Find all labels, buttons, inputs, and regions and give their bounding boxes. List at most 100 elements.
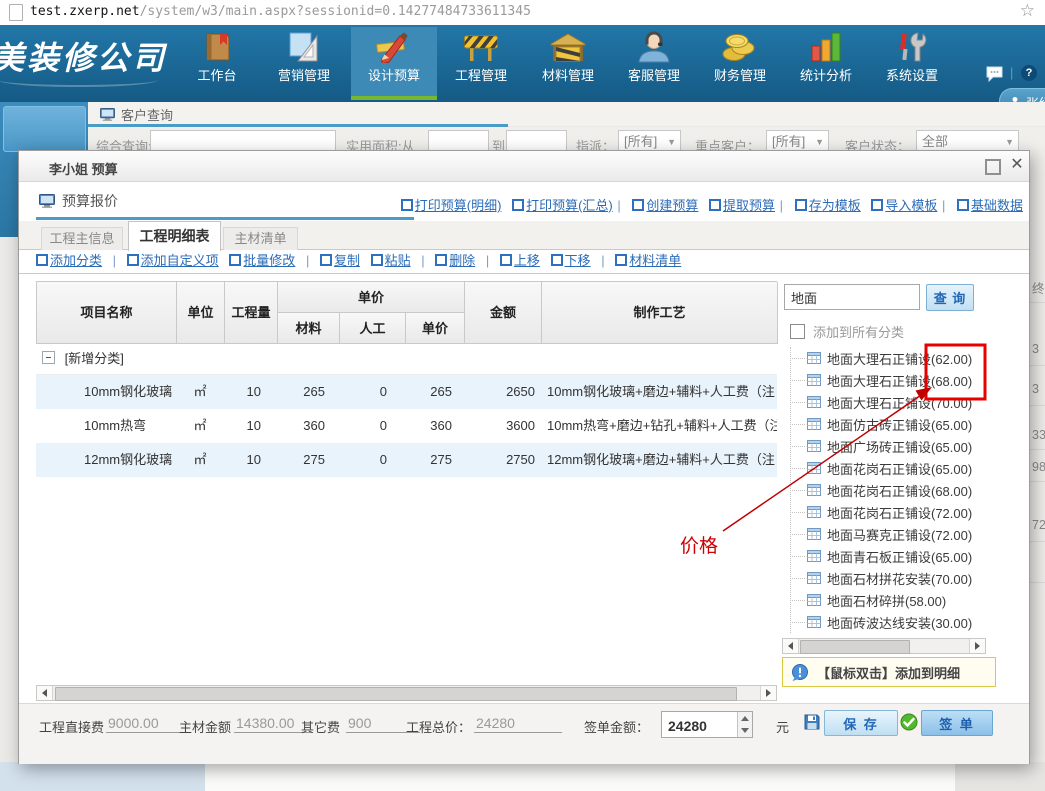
tab-detail-table[interactable]: 工程明细表 (128, 221, 221, 251)
link-square-icon (551, 254, 563, 266)
direct-fee-value[interactable]: 9000.00 (106, 715, 180, 733)
grid-table-icon (807, 374, 821, 386)
table-row[interactable]: 10mm钢化玻璃 ㎡ 10 265 0 265 2650 10mm钢化玻璃+磨边… (36, 375, 777, 409)
link-square-icon (709, 199, 721, 211)
material-list-item[interactable]: 地面花岗石正铺设(72.00) (782, 501, 1012, 523)
toolbar-link: | (601, 253, 604, 268)
material-list-item[interactable]: 地面马赛克正铺设(72.00) (782, 523, 1012, 545)
material-list-item[interactable]: 地面砖波达线安装(30.00) (782, 611, 1012, 633)
table-horizontal-scrollbar[interactable] (36, 685, 777, 701)
toolbar-link[interactable]: 删除 (435, 253, 475, 268)
grid-table-icon (807, 616, 821, 628)
scrollbar-thumb[interactable] (800, 640, 910, 654)
bar-chart-icon (807, 31, 845, 63)
nav-item-workbench[interactable]: 工作台 (174, 27, 260, 98)
table-row[interactable]: 10mm热弯 ㎡ 10 360 0 360 3600 10mm热弯+磨边+钻孔+… (36, 409, 777, 443)
scrollbar-thumb[interactable] (55, 687, 737, 701)
nav-item-marketing[interactable]: 营销管理 (261, 27, 347, 98)
col-header-material: 材料 (278, 313, 340, 344)
toolbar-link[interactable]: 材料清单 (615, 253, 681, 268)
col-header-qty: 工程量 (225, 282, 278, 344)
category-row[interactable]: [新增分类] (36, 344, 777, 375)
grid-table-icon (807, 594, 821, 606)
nav-item-service[interactable]: 客服管理 (611, 27, 697, 98)
nav-item-settings[interactable]: 系统设置 (869, 27, 955, 98)
link-square-icon (371, 254, 383, 266)
link-square-icon (615, 254, 627, 266)
sidebar-highlight[interactable] (3, 106, 86, 152)
close-icon[interactable] (1007, 155, 1027, 175)
action-link[interactable]: 打印预算(明细) (401, 198, 502, 213)
bookmark-star-icon[interactable]: ☆ (1020, 1, 1035, 21)
dialog-footer: 工程直接费 9000.00 主材金额 14380.00 其它费 900 工程总价… (19, 703, 1029, 764)
action-link[interactable]: 创建预算 (632, 198, 698, 213)
link-square-icon (229, 254, 241, 266)
scroll-left-icon[interactable] (783, 639, 799, 653)
toolbar-link[interactable]: 上移 (500, 253, 540, 268)
material-list-item[interactable]: 地面仿古砖正铺设(65.00) (782, 413, 1012, 435)
save-button[interactable]: 保 存 (824, 710, 898, 736)
panel-horizontal-scrollbar[interactable] (782, 638, 986, 654)
spinner-up-icon (741, 716, 749, 721)
nav-item-project[interactable]: 工程管理 (438, 27, 524, 98)
sign-button[interactable]: 签 单 (921, 710, 993, 736)
material-list-item[interactable]: 地面花岗石正铺设(68.00) (782, 479, 1012, 501)
grid-table-icon (807, 440, 821, 452)
material-list-item[interactable]: 地面石材拼花安装(70.00) (782, 567, 1012, 589)
book-icon (198, 31, 236, 63)
toolbar-link[interactable]: 批量修改 (229, 253, 295, 268)
nav-item-design-budget[interactable]: 设计预算 (351, 27, 437, 100)
action-link[interactable]: 打印预算(汇总) (512, 198, 613, 213)
material-list-item[interactable]: 地面青石板正铺设(65.00) (782, 545, 1012, 567)
action-link[interactable]: 存为模板 (795, 198, 861, 213)
material-list-item[interactable]: 地面花岗石正铺设(65.00) (782, 457, 1012, 479)
scroll-right-icon[interactable] (760, 686, 776, 700)
scroll-left-icon[interactable] (37, 686, 53, 700)
main-nav-bar: 美装修公司 工作台 营销管理 设计预算 工程管理 材料管理 客服管理 财务管理 (0, 25, 1045, 102)
link-square-icon (632, 199, 644, 211)
sign-amount-input[interactable] (662, 712, 746, 739)
toolbar-link[interactable]: 下移 (551, 253, 591, 268)
support-agent-icon (635, 31, 673, 63)
tab-project-info[interactable]: 工程主信息 (41, 227, 123, 250)
link-square-icon (500, 254, 512, 266)
budget-dialog: 李小姐 预算 预算报价 打印预算(明细) 打印预算(汇总) | 创建预算 提取预… (18, 150, 1030, 764)
add-to-all-checkbox[interactable] (790, 324, 805, 339)
action-link: | (942, 198, 945, 213)
url-text[interactable]: test.zxerp.net/system/w3/main.aspx?sessi… (30, 4, 531, 19)
material-list-item[interactable]: 地面大理石正铺设(68.00) (782, 369, 1012, 391)
table-row[interactable]: 12mm钢化玻璃 ㎡ 10 275 0 275 2750 12mm钢化玻璃+磨边… (36, 443, 777, 477)
amount-spinner[interactable] (737, 712, 752, 737)
action-link[interactable]: 导入模板 (871, 198, 937, 213)
total-value[interactable]: 24280 (474, 715, 562, 733)
action-link[interactable]: 提取预算 (709, 198, 775, 213)
col-header-labor: 人工 (340, 313, 406, 344)
chat-bubble-icon[interactable] (985, 65, 1004, 85)
sign-amount-input-box (661, 711, 753, 738)
dialog-titlebar[interactable]: 李小姐 预算 (19, 151, 1029, 182)
grid-table-icon (807, 572, 821, 584)
toolbar-link[interactable]: 粘贴 (371, 253, 411, 268)
material-list-item[interactable]: 地面大理石正铺设(70.00) (782, 391, 1012, 413)
nav-item-finance[interactable]: 财务管理 (697, 27, 783, 98)
material-list-item[interactable]: 地面石材碎拼(58.00) (782, 589, 1012, 611)
tab-customer-query[interactable]: 客户查询 (100, 105, 173, 124)
material-list-item[interactable]: 地面广场砖正铺设(65.00) (782, 435, 1012, 457)
action-link[interactable]: 基础数据 (957, 198, 1023, 213)
query-button[interactable]: 查 询 (926, 284, 974, 311)
toolbar-link[interactable]: 添加自定义项 (127, 253, 219, 268)
help-icon[interactable]: ? (1021, 65, 1037, 81)
collapse-icon[interactable] (42, 351, 55, 364)
nav-item-statistics[interactable]: 统计分析 (783, 27, 869, 98)
tab-main-materials[interactable]: 主材清单 (223, 227, 298, 250)
material-list-item[interactable]: 地面大理石正铺设(62.00) (782, 347, 1012, 369)
checkbox-label: 添加到所有分类 (813, 322, 904, 341)
scroll-right-icon[interactable] (969, 639, 985, 653)
toolbar-link[interactable]: 复制 (320, 253, 360, 268)
nav-item-materials[interactable]: 材料管理 (525, 27, 611, 98)
toolbar-link[interactable]: 添加分类 (36, 253, 102, 268)
maximize-icon[interactable] (985, 159, 1001, 175)
material-search-input[interactable] (784, 284, 920, 310)
save-floppy-icon (803, 713, 821, 734)
col-header-amount: 金额 (465, 282, 542, 344)
